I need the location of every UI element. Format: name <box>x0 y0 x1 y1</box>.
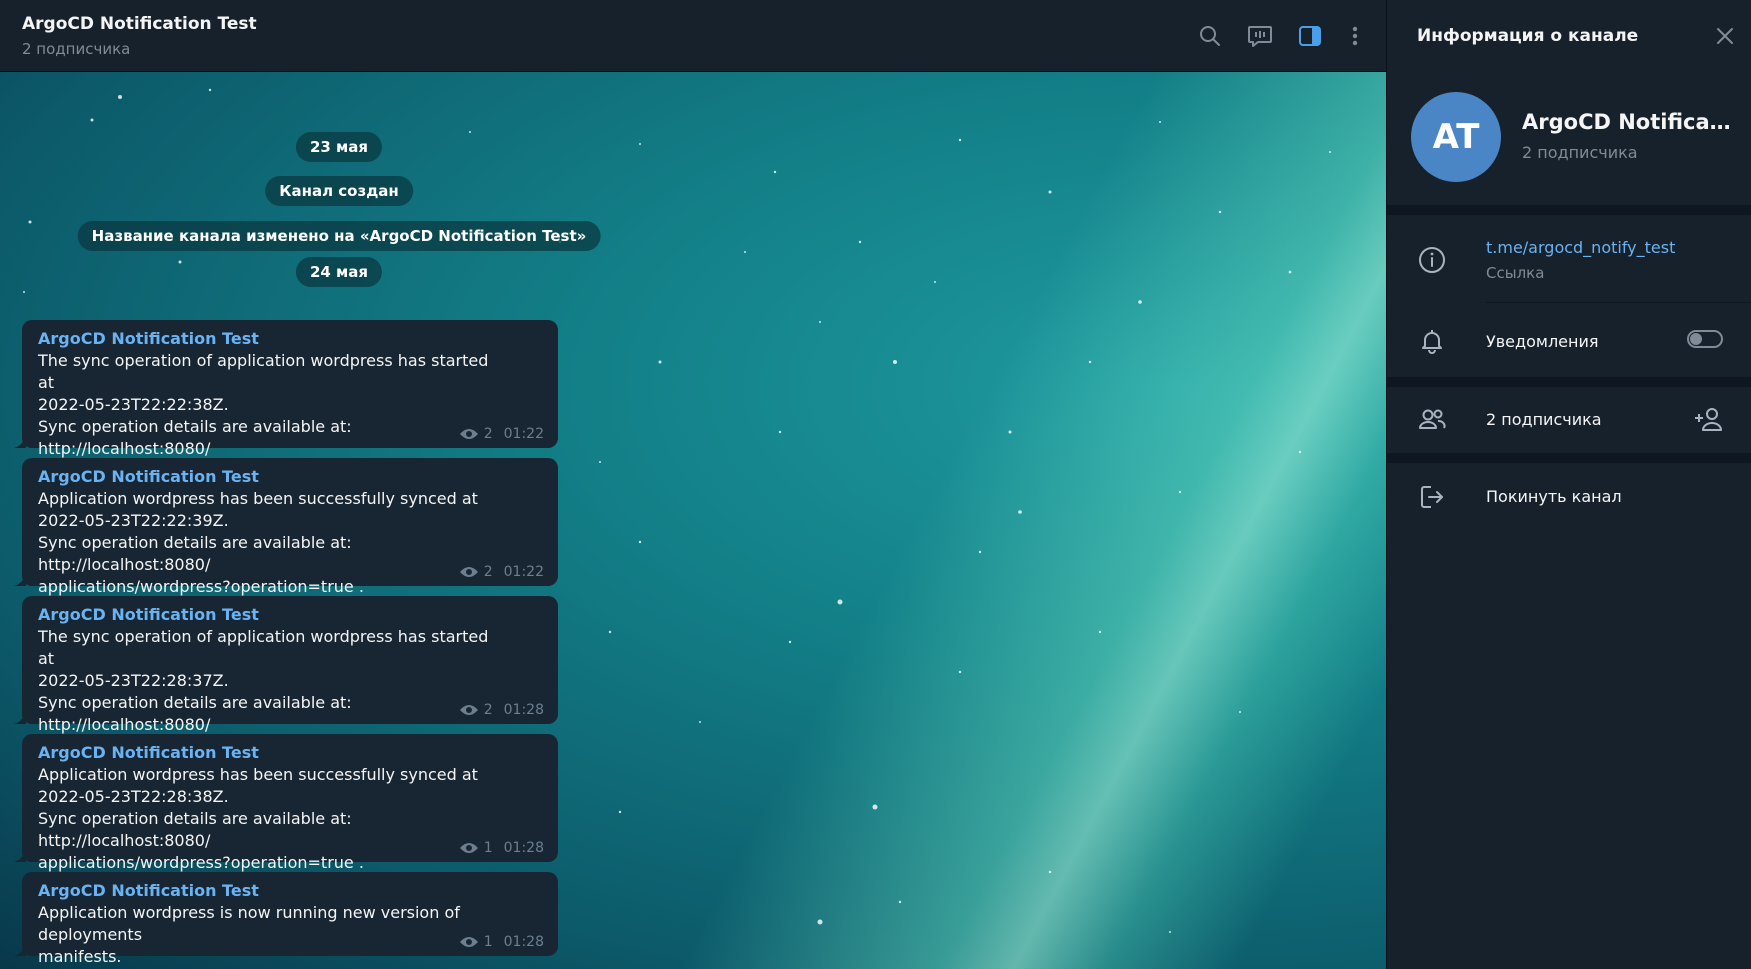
close-icon[interactable] <box>1713 24 1737 48</box>
message-meta: 2 01:28 <box>459 702 544 718</box>
channel-link[interactable]: t.me/argocd_notify_test <box>1486 238 1675 257</box>
message-bubble[interactable]: ArgoCD Notification Test Application wor… <box>14 458 558 596</box>
message-text: Application wordpress has been successfu… <box>38 489 478 596</box>
section-divider <box>1387 205 1751 215</box>
service-message-channel-created: Канал создан <box>265 176 413 206</box>
message-author[interactable]: ArgoCD Notification Test <box>38 604 542 626</box>
panel-title: Информация о канале <box>1417 26 1639 46</box>
toggle-knob <box>1690 333 1702 345</box>
message-bubble[interactable]: ArgoCD Notification Test The sync operat… <box>14 320 558 480</box>
leave-channel-button[interactable]: Покинуть канал <box>1486 487 1622 506</box>
message-time: 01:22 <box>503 426 544 442</box>
message-author[interactable]: ArgoCD Notification Test <box>38 466 542 488</box>
service-message-channel-renamed: Название канала изменено на «ArgoCD Noti… <box>77 221 601 251</box>
bubble-tail <box>14 574 26 586</box>
chat-background: 23 мая Канал создан Название канала изме… <box>0 72 1386 969</box>
message-time: 01:28 <box>503 934 544 950</box>
sidebar-toggle-icon[interactable] <box>1296 22 1324 50</box>
message-author[interactable]: ArgoCD Notification Test <box>38 328 542 350</box>
message-bubble[interactable]: ArgoCD Notification Test Application wor… <box>14 734 558 872</box>
message-text: Application wordpress has been successfu… <box>38 765 478 872</box>
row-divider <box>1486 302 1751 303</box>
view-count: 2 <box>483 564 493 580</box>
more-icon[interactable] <box>1341 22 1369 50</box>
views-eye-icon <box>459 567 478 577</box>
message-author[interactable]: ArgoCD Notification Test <box>38 742 542 764</box>
message-bubble[interactable]: ArgoCD Notification Test The sync operat… <box>14 596 558 756</box>
views-eye-icon <box>459 705 478 715</box>
bubble-tail <box>14 436 26 448</box>
channel-name: ArgoCD Notification Test <box>1522 110 1732 134</box>
members-count[interactable]: 2 подписчика <box>1486 410 1602 429</box>
channel-info-panel: Информация о канале AT ArgoCD Notificati… <box>1386 0 1751 969</box>
message-meta: 1 01:28 <box>459 840 544 856</box>
discussion-icon[interactable] <box>1246 22 1274 50</box>
info-icon <box>1417 245 1447 275</box>
date-separator: 23 мая <box>295 132 383 162</box>
chat-area: ArgoCD Notification Test 2 подписчика 23… <box>0 0 1386 969</box>
section-divider <box>1387 453 1751 463</box>
channel-subscriber-count: 2 подписчика <box>1522 143 1638 162</box>
search-icon[interactable] <box>1196 22 1224 50</box>
message-time: 01:28 <box>503 840 544 856</box>
chat-subscriber-count: 2 подписчика <box>22 40 131 58</box>
bubble-tail <box>14 944 26 956</box>
message-meta: 2 01:22 <box>459 426 544 442</box>
bubble-tail <box>14 712 26 724</box>
chat-header[interactable]: ArgoCD Notification Test 2 подписчика <box>0 0 1386 72</box>
view-count: 2 <box>483 702 493 718</box>
view-count: 1 <box>483 934 493 950</box>
message-time: 01:28 <box>503 702 544 718</box>
channel-link-label: Ссылка <box>1486 264 1545 282</box>
message-bubble[interactable]: ArgoCD Notification Test Application wor… <box>14 872 558 966</box>
message-author[interactable]: ArgoCD Notification Test <box>38 880 542 902</box>
chat-title[interactable]: ArgoCD Notification Test <box>22 14 257 34</box>
notifications-toggle[interactable] <box>1687 330 1723 348</box>
views-eye-icon <box>459 429 478 439</box>
view-count: 1 <box>483 840 493 856</box>
notifications-label: Уведомления <box>1486 332 1599 351</box>
views-eye-icon <box>459 937 478 947</box>
section-divider <box>1387 377 1751 387</box>
bell-icon <box>1417 326 1447 356</box>
message-meta: 2 01:22 <box>459 564 544 580</box>
views-eye-icon <box>459 843 478 853</box>
channel-avatar[interactable]: AT <box>1411 92 1501 182</box>
message-text: Application wordpress is now running new… <box>38 903 460 966</box>
bubble-tail <box>14 850 26 862</box>
members-icon <box>1417 404 1447 434</box>
message-meta: 1 01:28 <box>459 934 544 950</box>
add-member-icon[interactable] <box>1693 404 1725 434</box>
message-time: 01:22 <box>503 564 544 580</box>
leave-icon <box>1417 482 1447 512</box>
view-count: 2 <box>483 426 493 442</box>
date-separator: 24 мая <box>295 257 383 287</box>
